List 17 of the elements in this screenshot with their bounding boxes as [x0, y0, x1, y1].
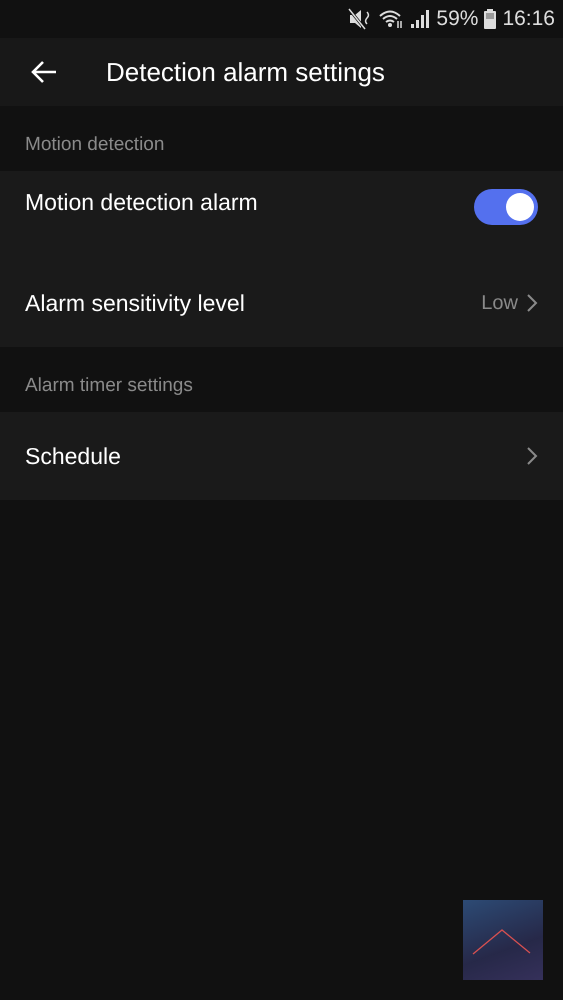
setting-label: Alarm sensitivity level — [25, 290, 246, 316]
battery-icon — [484, 9, 496, 29]
wifi-icon — [378, 9, 404, 29]
battery-percent: 59% — [436, 7, 478, 31]
section-header: Alarm timer settings — [24, 374, 194, 398]
toggle-switch[interactable] — [474, 189, 538, 225]
chevron-up-icon — [472, 929, 530, 954]
clock-time: 16:16 — [502, 7, 555, 31]
signal-icon — [410, 9, 430, 29]
section-header: Motion detection — [24, 133, 166, 157]
back-button[interactable] — [30, 60, 58, 84]
setting-value: Low — [481, 292, 518, 314]
chevron-icon[interactable] — [526, 446, 538, 466]
screen-title: Detection alarm settings — [106, 56, 385, 88]
chevron-icon[interactable] — [526, 293, 538, 313]
setting-label: Motion detection alarm — [25, 189, 259, 216]
setting-label: Schedule — [25, 442, 122, 470]
